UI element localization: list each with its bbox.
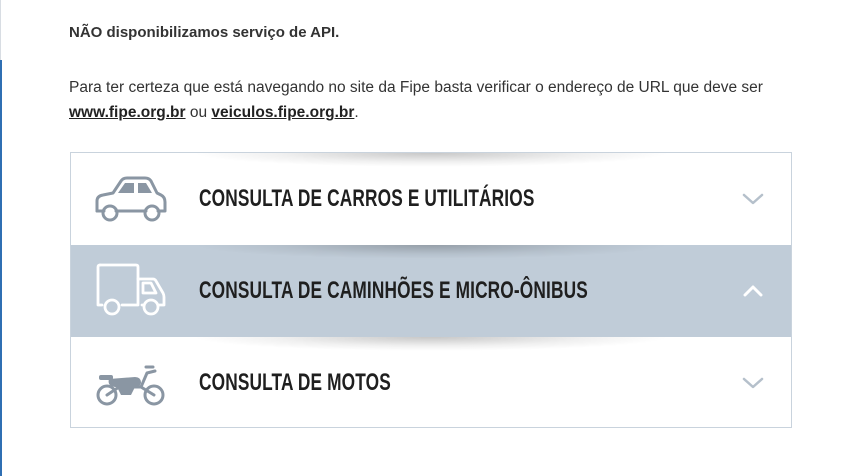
left-accent-border	[0, 60, 2, 476]
chevron-down-icon	[742, 377, 764, 389]
accordion-item-caminhoes[interactable]: CONSULTA DE CAMINHÕES E MICRO-ÔNIBUS	[71, 245, 791, 337]
url-info-paragraph: Para ter certeza que está navegando no s…	[69, 75, 789, 125]
accordion-item-motos[interactable]: CONSULTA DE MOTOS	[71, 337, 791, 429]
fipe-url-link[interactable]: www.fipe.org.br	[69, 104, 186, 121]
vehicle-consulta-accordion: CONSULTA DE CARROS E UTILITÁRIOS CONSULT…	[70, 152, 792, 428]
chevron-down-icon	[742, 193, 764, 205]
accordion-item-label: CONSULTA DE MOTOS	[199, 369, 391, 396]
accordion-item-label: CONSULTA DE CAMINHÕES E MICRO-ÔNIBUS	[199, 277, 588, 304]
row-shadow	[191, 153, 671, 167]
row-shadow	[191, 337, 671, 351]
page: NÃO disponibilizamos serviço de API. Par…	[0, 0, 854, 476]
row-shadow	[191, 245, 671, 259]
chevron-up-icon	[743, 285, 763, 297]
motorcycle-icon	[96, 365, 165, 406]
url-info-text-after: .	[354, 104, 359, 121]
left-divider-top	[0, 0, 1, 60]
url-info-text-between: ou	[185, 104, 212, 121]
url-info-text-before: Para ter certeza que está navegando no s…	[69, 79, 763, 96]
accordion-item-carros[interactable]: CONSULTA DE CARROS E UTILITÁRIOS	[71, 153, 791, 245]
car-icon	[95, 176, 167, 222]
veiculos-url-link[interactable]: veiculos.fipe.org.br	[211, 104, 354, 121]
api-notice: NÃO disponibilizamos serviço de API.	[69, 24, 340, 41]
accordion-item-label: CONSULTA DE CARROS E UTILITÁRIOS	[199, 185, 535, 212]
truck-icon	[96, 263, 166, 316]
